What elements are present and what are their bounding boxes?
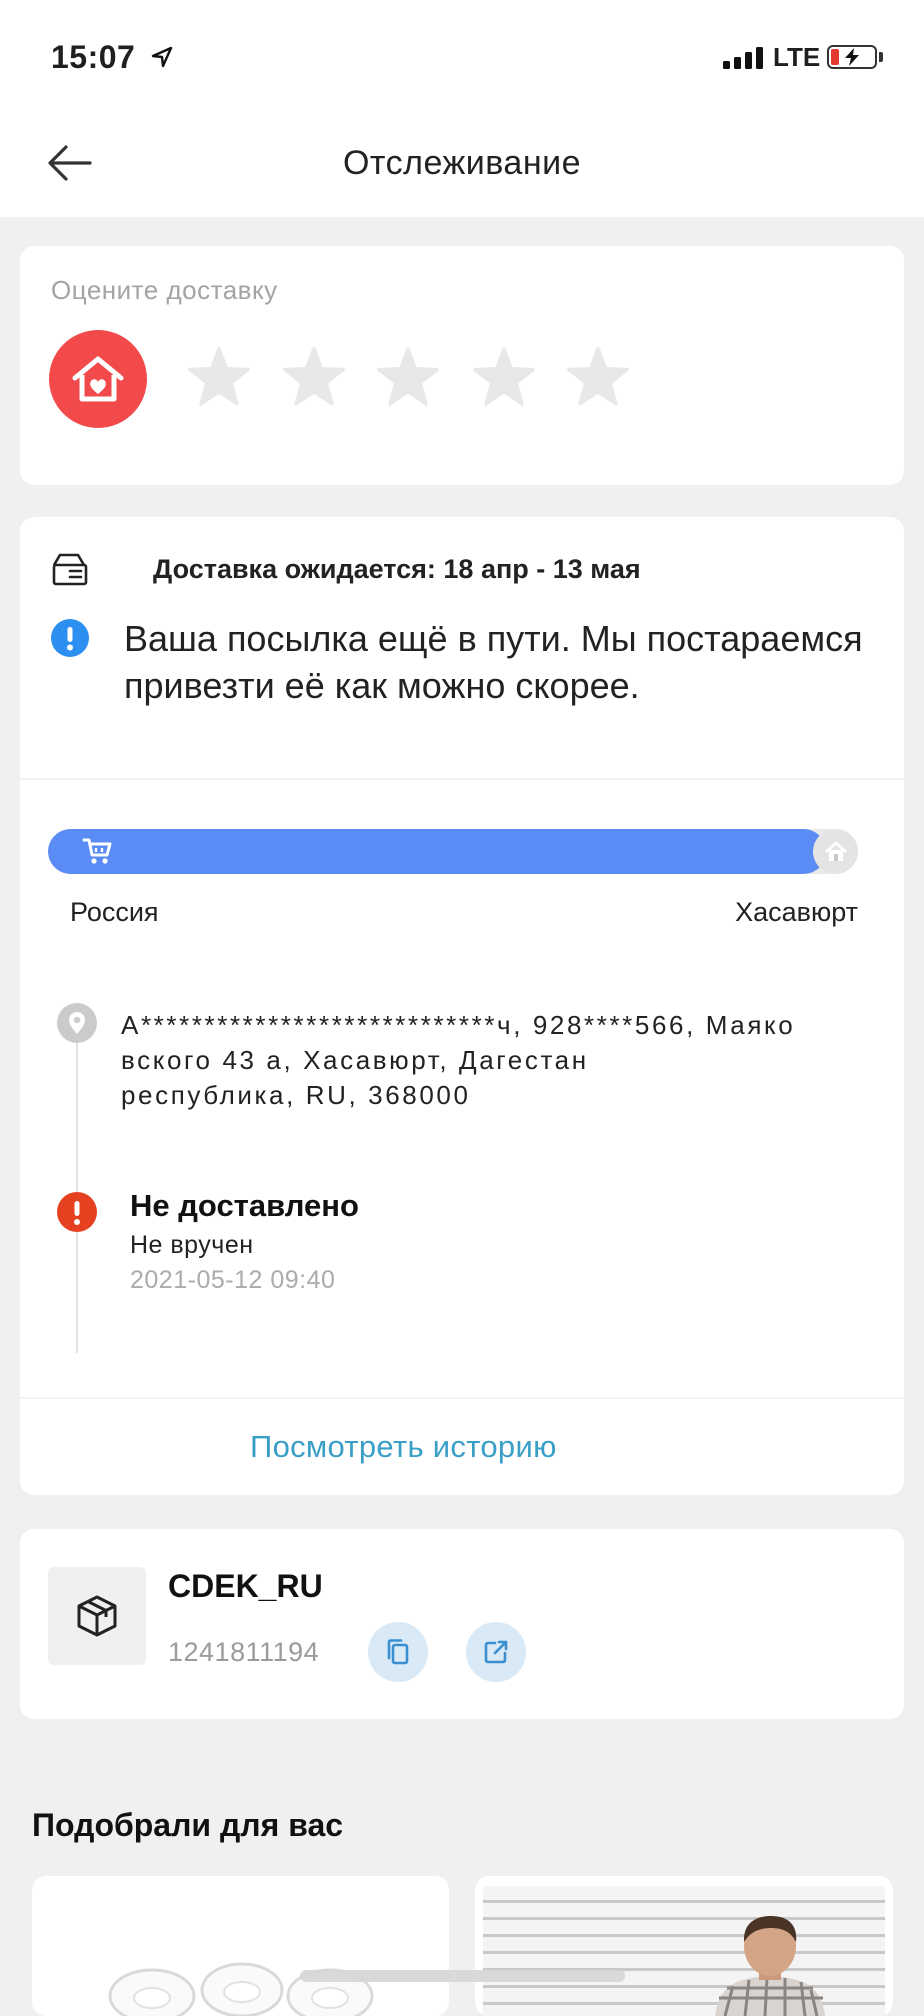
event-detail: Не вручен — [130, 1231, 254, 1259]
divider — [20, 778, 904, 780]
top-bar — [0, 0, 924, 217]
rating-label: Оцените доставку — [51, 275, 278, 305]
copy-icon — [387, 1639, 409, 1665]
carrier-name: CDEK_RU — [168, 1568, 323, 1604]
product-card[interactable] — [32, 1876, 449, 2016]
carrier-card: CDEK_RU 1241811194 — [20, 1529, 904, 1719]
product-card[interactable] — [475, 1876, 893, 2016]
address-line-1: А****************************ч, 928****5… — [121, 1010, 796, 1040]
battery-tip — [879, 52, 883, 62]
cube-icon — [48, 1567, 146, 1665]
home-indicator[interactable] — [300, 1970, 625, 1982]
rating-card: Оцените доставку — [20, 246, 904, 485]
tracking-number: 1241811194 — [168, 1637, 320, 1667]
info-icon — [51, 619, 89, 657]
cart-icon — [82, 838, 112, 864]
open-tracking-button[interactable] — [466, 1622, 526, 1682]
divider — [20, 1397, 904, 1399]
address-line-3: республика, RU, 368000 — [121, 1080, 471, 1110]
event-status: Не доставлено — [130, 1188, 359, 1223]
tracking-card: Доставка ожидается: 18 апр - 13 мая Ваша… — [20, 517, 904, 1495]
event-timestamp: 2021-05-12 09:40 — [130, 1266, 336, 1294]
route-origin: Россия — [70, 897, 159, 927]
delivery-message: Ваша посылка ещё в пути. Мы постараемся … — [124, 618, 863, 706]
location-arrow-icon — [151, 46, 173, 68]
star-1[interactable] — [187, 347, 251, 411]
signal-icon — [723, 47, 763, 69]
address-line-2: вского 43 а, Хасавюрт, Дагестан — [121, 1045, 589, 1075]
status-time: 15:07 — [51, 39, 136, 75]
charging-bolt-icon — [845, 48, 859, 66]
battery-level — [831, 49, 840, 65]
route-destination: Хасавюрт — [735, 897, 858, 927]
package-icon — [52, 553, 88, 586]
star-4[interactable] — [472, 347, 536, 411]
star-3[interactable] — [376, 347, 440, 411]
house-icon — [813, 829, 858, 874]
view-history-link[interactable]: Посмотреть историю — [250, 1428, 557, 1466]
star-2[interactable] — [282, 347, 346, 411]
exclamation-icon — [57, 1192, 97, 1232]
delivery-progress-bar — [48, 829, 858, 874]
copy-button[interactable] — [368, 1622, 428, 1682]
external-link-icon — [484, 1640, 508, 1664]
house-heart-icon — [49, 330, 147, 428]
recommendations-title: Подобрали для вас — [32, 1807, 344, 1843]
network-type: LTE — [773, 42, 821, 72]
product-model-photo — [715, 1916, 825, 2016]
delivery-progress-fill — [48, 829, 826, 874]
map-pin-icon — [57, 1003, 97, 1043]
page-title: Отслеживание — [342, 144, 581, 182]
star-5[interactable] — [566, 347, 630, 411]
delivery-estimate: Доставка ожидается: 18 апр - 13 мая — [153, 554, 641, 584]
